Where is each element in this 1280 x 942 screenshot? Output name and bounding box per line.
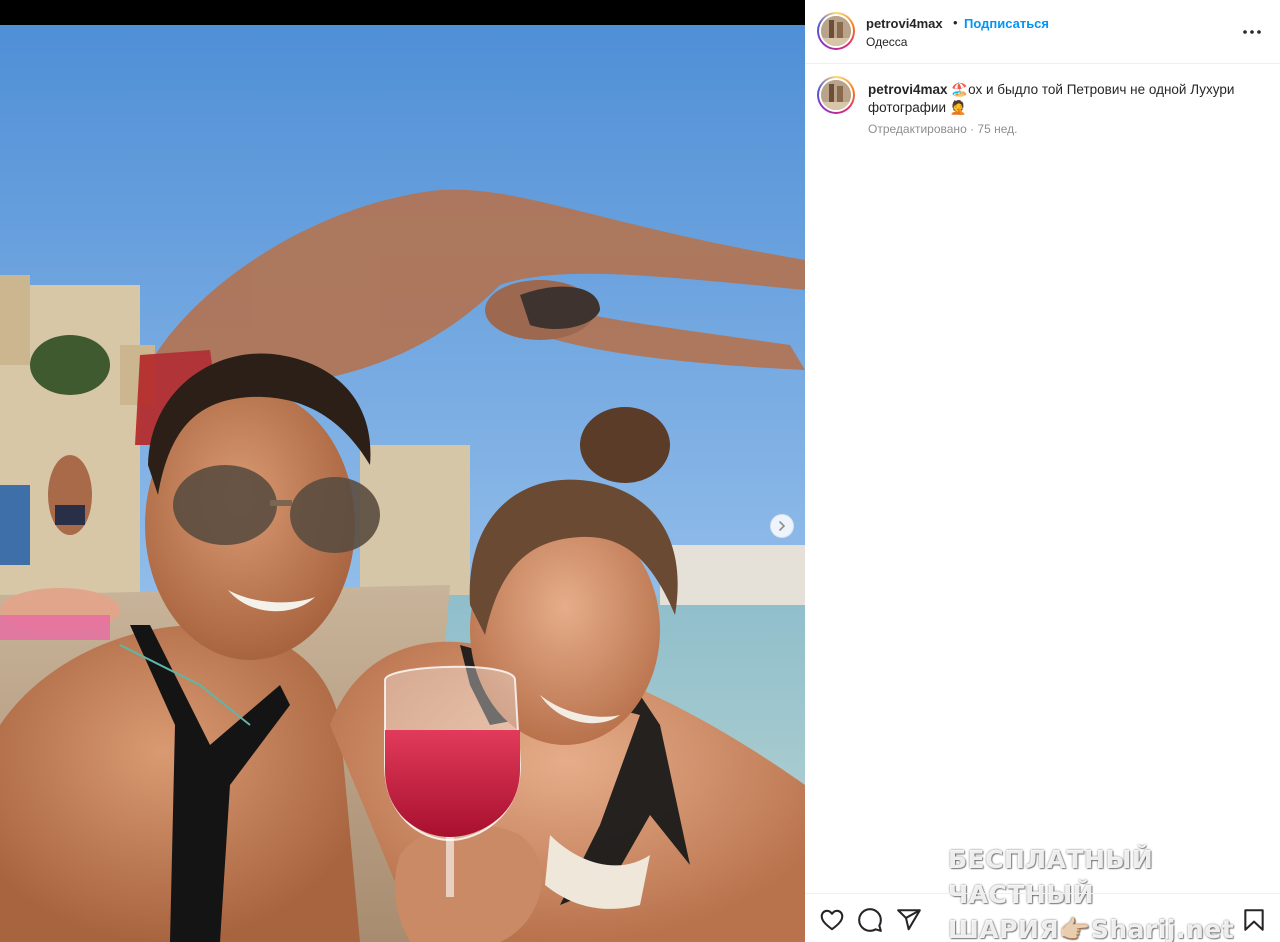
author-avatar[interactable] (817, 12, 855, 50)
caption-emoji-beach: 🏖️ (951, 82, 969, 97)
caption-author-avatar[interactable] (817, 76, 855, 114)
comment-icon (858, 908, 882, 932)
share-icon (897, 909, 921, 931)
caption-emoji-facepalm: 🤦 (949, 100, 967, 115)
bookmark-icon (1244, 909, 1264, 931)
like-button[interactable] (819, 907, 845, 933)
caption-username[interactable]: petrovi4max (868, 82, 948, 97)
share-button[interactable] (896, 907, 922, 933)
caption-meta: Отредактировано · 75 нед. (868, 122, 1018, 136)
heart-icon (820, 909, 844, 931)
more-options-button[interactable] (1241, 22, 1263, 42)
post-photo[interactable] (0, 25, 805, 942)
header-separator: • (953, 15, 958, 30)
post-action-bar (805, 893, 1280, 942)
post-header: petrovi4max • Подписаться Одесса (805, 0, 1280, 64)
post-location[interactable]: Одесса (866, 35, 907, 49)
carousel-next-button[interactable] (770, 514, 794, 538)
chevron-right-icon (779, 521, 786, 531)
more-horizontal-icon (1243, 30, 1261, 34)
comment-button[interactable] (857, 907, 883, 933)
instagram-post-view: petrovi4max • Подписаться Одесса petrovi… (0, 0, 1280, 942)
media-top-bar (0, 0, 805, 25)
post-side-panel: petrovi4max • Подписаться Одесса petrovi… (805, 0, 1280, 942)
post-media (0, 0, 805, 942)
save-button[interactable] (1241, 907, 1267, 933)
follow-button[interactable]: Подписаться (964, 16, 1049, 31)
author-username[interactable]: petrovi4max (866, 16, 943, 31)
post-caption: petrovi4max 🏖️ох и быдло той Петрович не… (868, 81, 1268, 117)
